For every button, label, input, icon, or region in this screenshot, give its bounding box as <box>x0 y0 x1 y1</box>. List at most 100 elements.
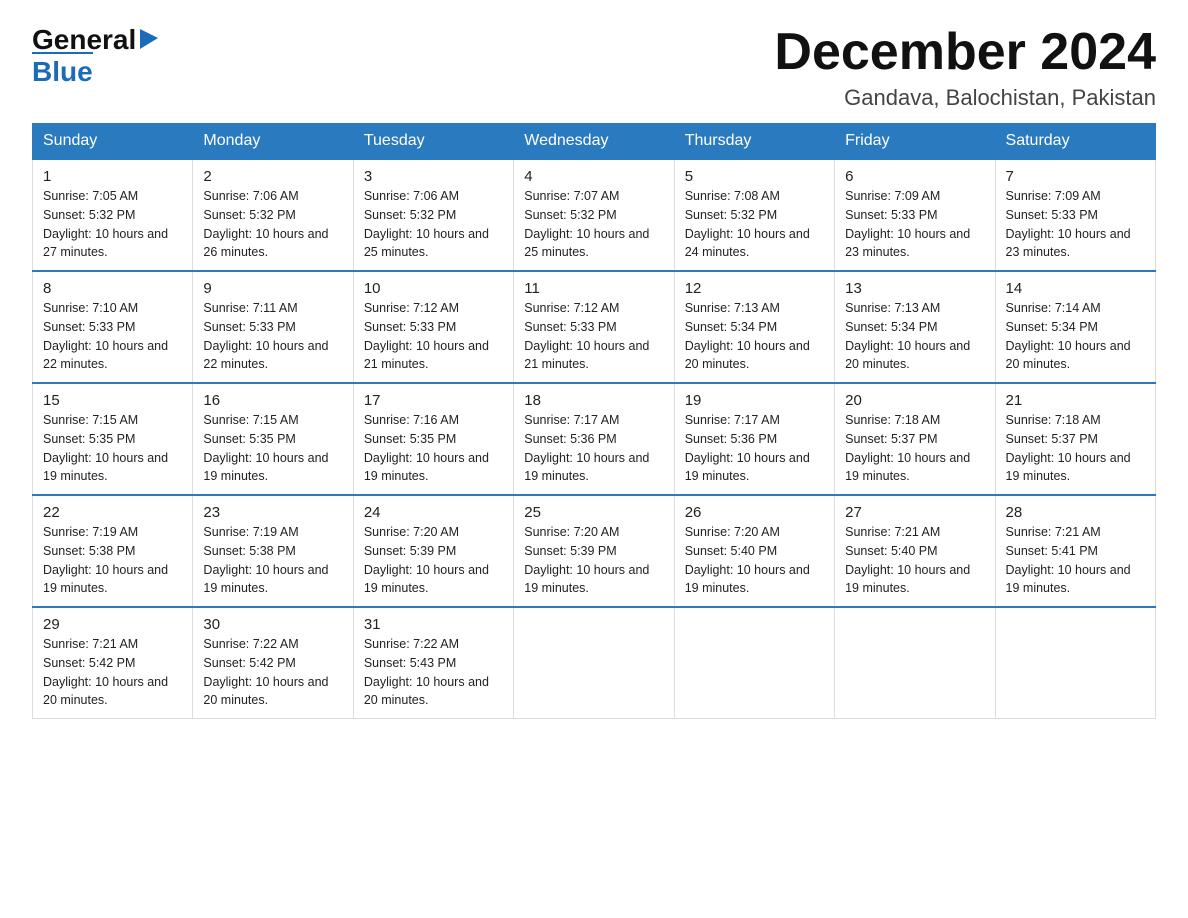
day-info: Sunrise: 7:20 AM Sunset: 5:40 PM Dayligh… <box>685 523 824 598</box>
day-info: Sunrise: 7:17 AM Sunset: 5:36 PM Dayligh… <box>524 411 663 486</box>
sunset-label: Sunset: 5:38 PM <box>203 544 295 558</box>
calendar-day-header: Sunday <box>33 124 193 160</box>
calendar-day-cell: 16 Sunrise: 7:15 AM Sunset: 5:35 PM Dayl… <box>193 383 353 495</box>
sunrise-label: Sunrise: 7:20 AM <box>685 525 780 539</box>
day-info: Sunrise: 7:07 AM Sunset: 5:32 PM Dayligh… <box>524 187 663 262</box>
calendar-day-cell: 4 Sunrise: 7:07 AM Sunset: 5:32 PM Dayli… <box>514 159 674 271</box>
sunset-label: Sunset: 5:40 PM <box>685 544 777 558</box>
day-info: Sunrise: 7:05 AM Sunset: 5:32 PM Dayligh… <box>43 187 182 262</box>
sunrise-label: Sunrise: 7:19 AM <box>203 525 298 539</box>
day-number: 7 <box>1006 168 1145 185</box>
daylight-label: Daylight: 10 hours and 19 minutes. <box>203 563 328 596</box>
day-number: 31 <box>364 616 503 633</box>
sunrise-label: Sunrise: 7:09 AM <box>845 189 940 203</box>
day-number: 24 <box>364 504 503 521</box>
sunset-label: Sunset: 5:36 PM <box>685 432 777 446</box>
daylight-label: Daylight: 10 hours and 20 minutes. <box>364 675 489 708</box>
sunrise-label: Sunrise: 7:09 AM <box>1006 189 1101 203</box>
day-info: Sunrise: 7:06 AM Sunset: 5:32 PM Dayligh… <box>203 187 342 262</box>
calendar-day-header: Wednesday <box>514 124 674 160</box>
day-number: 28 <box>1006 504 1145 521</box>
calendar-day-cell: 23 Sunrise: 7:19 AM Sunset: 5:38 PM Dayl… <box>193 495 353 607</box>
daylight-label: Daylight: 10 hours and 19 minutes. <box>43 563 168 596</box>
daylight-label: Daylight: 10 hours and 19 minutes. <box>43 451 168 484</box>
daylight-label: Daylight: 10 hours and 19 minutes. <box>203 451 328 484</box>
sunrise-label: Sunrise: 7:07 AM <box>524 189 619 203</box>
sunrise-label: Sunrise: 7:10 AM <box>43 301 138 315</box>
page-title: December 2024 <box>774 24 1156 81</box>
day-number: 16 <box>203 392 342 409</box>
calendar-week-row: 1 Sunrise: 7:05 AM Sunset: 5:32 PM Dayli… <box>33 159 1156 271</box>
calendar-day-cell: 19 Sunrise: 7:17 AM Sunset: 5:36 PM Dayl… <box>674 383 834 495</box>
day-number: 15 <box>43 392 182 409</box>
daylight-label: Daylight: 10 hours and 19 minutes. <box>1006 563 1131 596</box>
day-info: Sunrise: 7:18 AM Sunset: 5:37 PM Dayligh… <box>1006 411 1145 486</box>
calendar-day-cell: 5 Sunrise: 7:08 AM Sunset: 5:32 PM Dayli… <box>674 159 834 271</box>
calendar-day-cell: 21 Sunrise: 7:18 AM Sunset: 5:37 PM Dayl… <box>995 383 1155 495</box>
sunrise-label: Sunrise: 7:17 AM <box>524 413 619 427</box>
day-number: 2 <box>203 168 342 185</box>
daylight-label: Daylight: 10 hours and 20 minutes. <box>203 675 328 708</box>
daylight-label: Daylight: 10 hours and 21 minutes. <box>364 339 489 372</box>
day-info: Sunrise: 7:09 AM Sunset: 5:33 PM Dayligh… <box>1006 187 1145 262</box>
calendar-day-cell <box>835 607 995 719</box>
logo-blue: Blue <box>32 52 93 88</box>
calendar-day-cell: 30 Sunrise: 7:22 AM Sunset: 5:42 PM Dayl… <box>193 607 353 719</box>
calendar-day-cell: 26 Sunrise: 7:20 AM Sunset: 5:40 PM Dayl… <box>674 495 834 607</box>
daylight-label: Daylight: 10 hours and 20 minutes. <box>845 339 970 372</box>
day-number: 9 <box>203 280 342 297</box>
sunset-label: Sunset: 5:34 PM <box>845 320 937 334</box>
daylight-label: Daylight: 10 hours and 25 minutes. <box>524 227 649 260</box>
daylight-label: Daylight: 10 hours and 26 minutes. <box>203 227 328 260</box>
day-number: 17 <box>364 392 503 409</box>
day-info: Sunrise: 7:21 AM Sunset: 5:40 PM Dayligh… <box>845 523 984 598</box>
day-number: 25 <box>524 504 663 521</box>
calendar-day-cell: 7 Sunrise: 7:09 AM Sunset: 5:33 PM Dayli… <box>995 159 1155 271</box>
daylight-label: Daylight: 10 hours and 20 minutes. <box>1006 339 1131 372</box>
day-number: 27 <box>845 504 984 521</box>
page-header: General Blue December 2024 Gandava, Balo… <box>32 24 1156 111</box>
day-number: 19 <box>685 392 824 409</box>
daylight-label: Daylight: 10 hours and 19 minutes. <box>524 451 649 484</box>
daylight-label: Daylight: 10 hours and 19 minutes. <box>364 563 489 596</box>
sunrise-label: Sunrise: 7:08 AM <box>685 189 780 203</box>
sunrise-label: Sunrise: 7:18 AM <box>1006 413 1101 427</box>
day-info: Sunrise: 7:20 AM Sunset: 5:39 PM Dayligh… <box>524 523 663 598</box>
day-info: Sunrise: 7:12 AM Sunset: 5:33 PM Dayligh… <box>364 299 503 374</box>
daylight-label: Daylight: 10 hours and 21 minutes. <box>524 339 649 372</box>
sunset-label: Sunset: 5:32 PM <box>524 208 616 222</box>
sunrise-label: Sunrise: 7:06 AM <box>203 189 298 203</box>
calendar-day-cell: 17 Sunrise: 7:16 AM Sunset: 5:35 PM Dayl… <box>353 383 513 495</box>
daylight-label: Daylight: 10 hours and 19 minutes. <box>845 563 970 596</box>
sunset-label: Sunset: 5:37 PM <box>845 432 937 446</box>
day-number: 29 <box>43 616 182 633</box>
sunset-label: Sunset: 5:38 PM <box>43 544 135 558</box>
sunrise-label: Sunrise: 7:14 AM <box>1006 301 1101 315</box>
calendar-day-cell: 28 Sunrise: 7:21 AM Sunset: 5:41 PM Dayl… <box>995 495 1155 607</box>
day-info: Sunrise: 7:12 AM Sunset: 5:33 PM Dayligh… <box>524 299 663 374</box>
logo[interactable]: General Blue <box>32 24 160 88</box>
calendar-day-header: Monday <box>193 124 353 160</box>
sunset-label: Sunset: 5:35 PM <box>364 432 456 446</box>
day-number: 13 <box>845 280 984 297</box>
sunset-label: Sunset: 5:33 PM <box>43 320 135 334</box>
calendar-day-cell: 8 Sunrise: 7:10 AM Sunset: 5:33 PM Dayli… <box>33 271 193 383</box>
sunrise-label: Sunrise: 7:15 AM <box>203 413 298 427</box>
day-info: Sunrise: 7:22 AM Sunset: 5:42 PM Dayligh… <box>203 635 342 710</box>
daylight-label: Daylight: 10 hours and 19 minutes. <box>364 451 489 484</box>
day-info: Sunrise: 7:20 AM Sunset: 5:39 PM Dayligh… <box>364 523 503 598</box>
logo-arrow-icon <box>138 27 160 49</box>
day-number: 30 <box>203 616 342 633</box>
sunrise-label: Sunrise: 7:22 AM <box>203 637 298 651</box>
sunset-label: Sunset: 5:36 PM <box>524 432 616 446</box>
calendar-day-cell: 22 Sunrise: 7:19 AM Sunset: 5:38 PM Dayl… <box>33 495 193 607</box>
daylight-label: Daylight: 10 hours and 22 minutes. <box>203 339 328 372</box>
calendar-day-cell: 24 Sunrise: 7:20 AM Sunset: 5:39 PM Dayl… <box>353 495 513 607</box>
calendar-week-row: 29 Sunrise: 7:21 AM Sunset: 5:42 PM Dayl… <box>33 607 1156 719</box>
sunset-label: Sunset: 5:37 PM <box>1006 432 1098 446</box>
daylight-label: Daylight: 10 hours and 27 minutes. <box>43 227 168 260</box>
calendar-day-cell: 20 Sunrise: 7:18 AM Sunset: 5:37 PM Dayl… <box>835 383 995 495</box>
day-info: Sunrise: 7:11 AM Sunset: 5:33 PM Dayligh… <box>203 299 342 374</box>
sunset-label: Sunset: 5:42 PM <box>43 656 135 670</box>
sunset-label: Sunset: 5:35 PM <box>203 432 295 446</box>
